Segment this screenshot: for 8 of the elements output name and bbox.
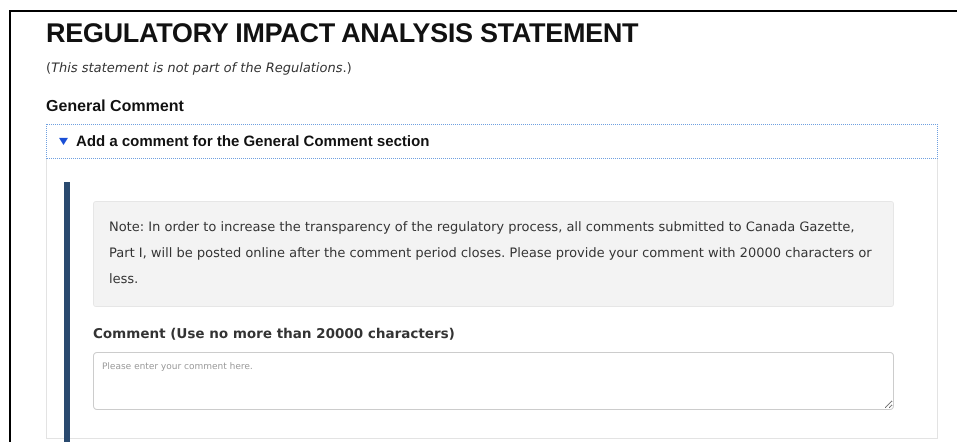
page-heading: REGULATORY IMPACT ANALYSIS STATEMENT	[46, 18, 640, 49]
comment-field[interactable]: Please enter your comment here.	[93, 352, 894, 410]
section-title: General Comment	[46, 98, 185, 116]
caret-icon	[59, 137, 68, 146]
field-label: Comment (Use no more than 20000 characters)	[93, 326, 456, 342]
subtitle-text: (This statement is not part of the Regulations.)	[46, 61, 353, 76]
note-text: Note: In order to increase the transparency of the regulatory process, all comments submitted to Canada Gazette, Part I, will be posted online after the comment period closes. Please provide your comment with 20000 characters or less.	[93, 201, 894, 307]
disclosure-toggle[interactable]: Add a comment for the General Comment section	[46, 124, 938, 159]
